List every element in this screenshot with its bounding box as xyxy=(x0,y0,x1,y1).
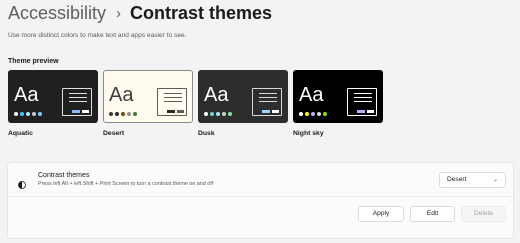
theme-color-dots xyxy=(299,112,327,116)
theme-night-sky-card[interactable]: Aa xyxy=(293,70,383,123)
page-description: Use more distinct colors to make text an… xyxy=(8,32,187,39)
color-dot xyxy=(305,112,309,116)
color-dot xyxy=(216,112,220,116)
theme-dusk[interactable]: Aa Dusk xyxy=(198,70,288,137)
theme-desert[interactable]: Aa Desert xyxy=(103,70,193,137)
theme-color-dots xyxy=(14,112,42,116)
color-dot xyxy=(204,112,208,116)
theme-sample-text: Aa xyxy=(109,84,134,106)
color-dot xyxy=(323,112,327,116)
contrast-themes-label: Contrast themes xyxy=(38,172,90,179)
theme-name: Aquatic xyxy=(8,130,33,137)
theme-window-preview xyxy=(347,88,377,116)
color-dot xyxy=(311,112,315,116)
color-dot xyxy=(14,112,18,116)
breadcrumb-separator: › xyxy=(116,5,122,22)
theme-name: Dusk xyxy=(198,130,215,137)
theme-window-preview xyxy=(252,88,282,116)
color-dot xyxy=(317,112,321,116)
color-dot xyxy=(32,112,36,116)
color-dot xyxy=(127,112,131,116)
contrast-icon xyxy=(18,176,26,189)
theme-name: Night sky xyxy=(293,130,324,137)
theme-aquatic-card[interactable]: Aa xyxy=(8,70,98,123)
delete-button: Delete xyxy=(461,206,506,222)
theme-name: Desert xyxy=(103,130,125,137)
color-dot xyxy=(20,112,24,116)
apply-button[interactable]: Apply xyxy=(358,206,404,222)
theme-color-dots xyxy=(109,112,137,116)
breadcrumb: Accessibility › Contrast themes xyxy=(8,3,272,24)
theme-preview-list: Aa Aquatic Aa Desert Aa Dusk Aa Night sk… xyxy=(8,70,383,137)
contrast-theme-dropdown[interactable]: Desert ⌄ xyxy=(439,172,506,188)
page-title: Contrast themes xyxy=(130,3,273,23)
color-dot xyxy=(26,112,30,116)
theme-preview-heading: Theme preview xyxy=(8,58,59,65)
theme-window-preview xyxy=(157,88,187,116)
breadcrumb-accessibility-link[interactable]: Accessibility xyxy=(8,3,106,24)
theme-sample-text: Aa xyxy=(204,84,229,106)
color-dot xyxy=(109,112,113,116)
theme-color-dots xyxy=(204,112,232,116)
color-dot xyxy=(299,112,303,116)
color-dot xyxy=(210,112,214,116)
color-dot xyxy=(115,112,119,116)
theme-dusk-card[interactable]: Aa xyxy=(198,70,288,123)
color-dot xyxy=(38,112,42,116)
color-dot xyxy=(133,112,137,116)
contrast-theme-dropdown-value: Desert xyxy=(447,176,467,183)
contrast-themes-panel: Contrast themes Press left Alt + left Sh… xyxy=(7,162,514,239)
theme-window-preview xyxy=(62,88,92,116)
theme-sample-text: Aa xyxy=(299,84,324,106)
theme-desert-card[interactable]: Aa xyxy=(103,70,193,123)
theme-aquatic[interactable]: Aa Aquatic xyxy=(8,70,98,137)
color-dot xyxy=(222,112,226,116)
chevron-down-icon: ⌄ xyxy=(492,177,498,183)
edit-button[interactable]: Edit xyxy=(410,206,455,222)
color-dot xyxy=(228,112,232,116)
panel-divider xyxy=(8,196,513,197)
theme-sample-text: Aa xyxy=(14,84,39,106)
theme-night-sky[interactable]: Aa Night sky xyxy=(293,70,383,137)
color-dot xyxy=(121,112,125,116)
contrast-themes-shortcut-hint: Press left Alt + left Shift + Print Scre… xyxy=(38,181,214,187)
